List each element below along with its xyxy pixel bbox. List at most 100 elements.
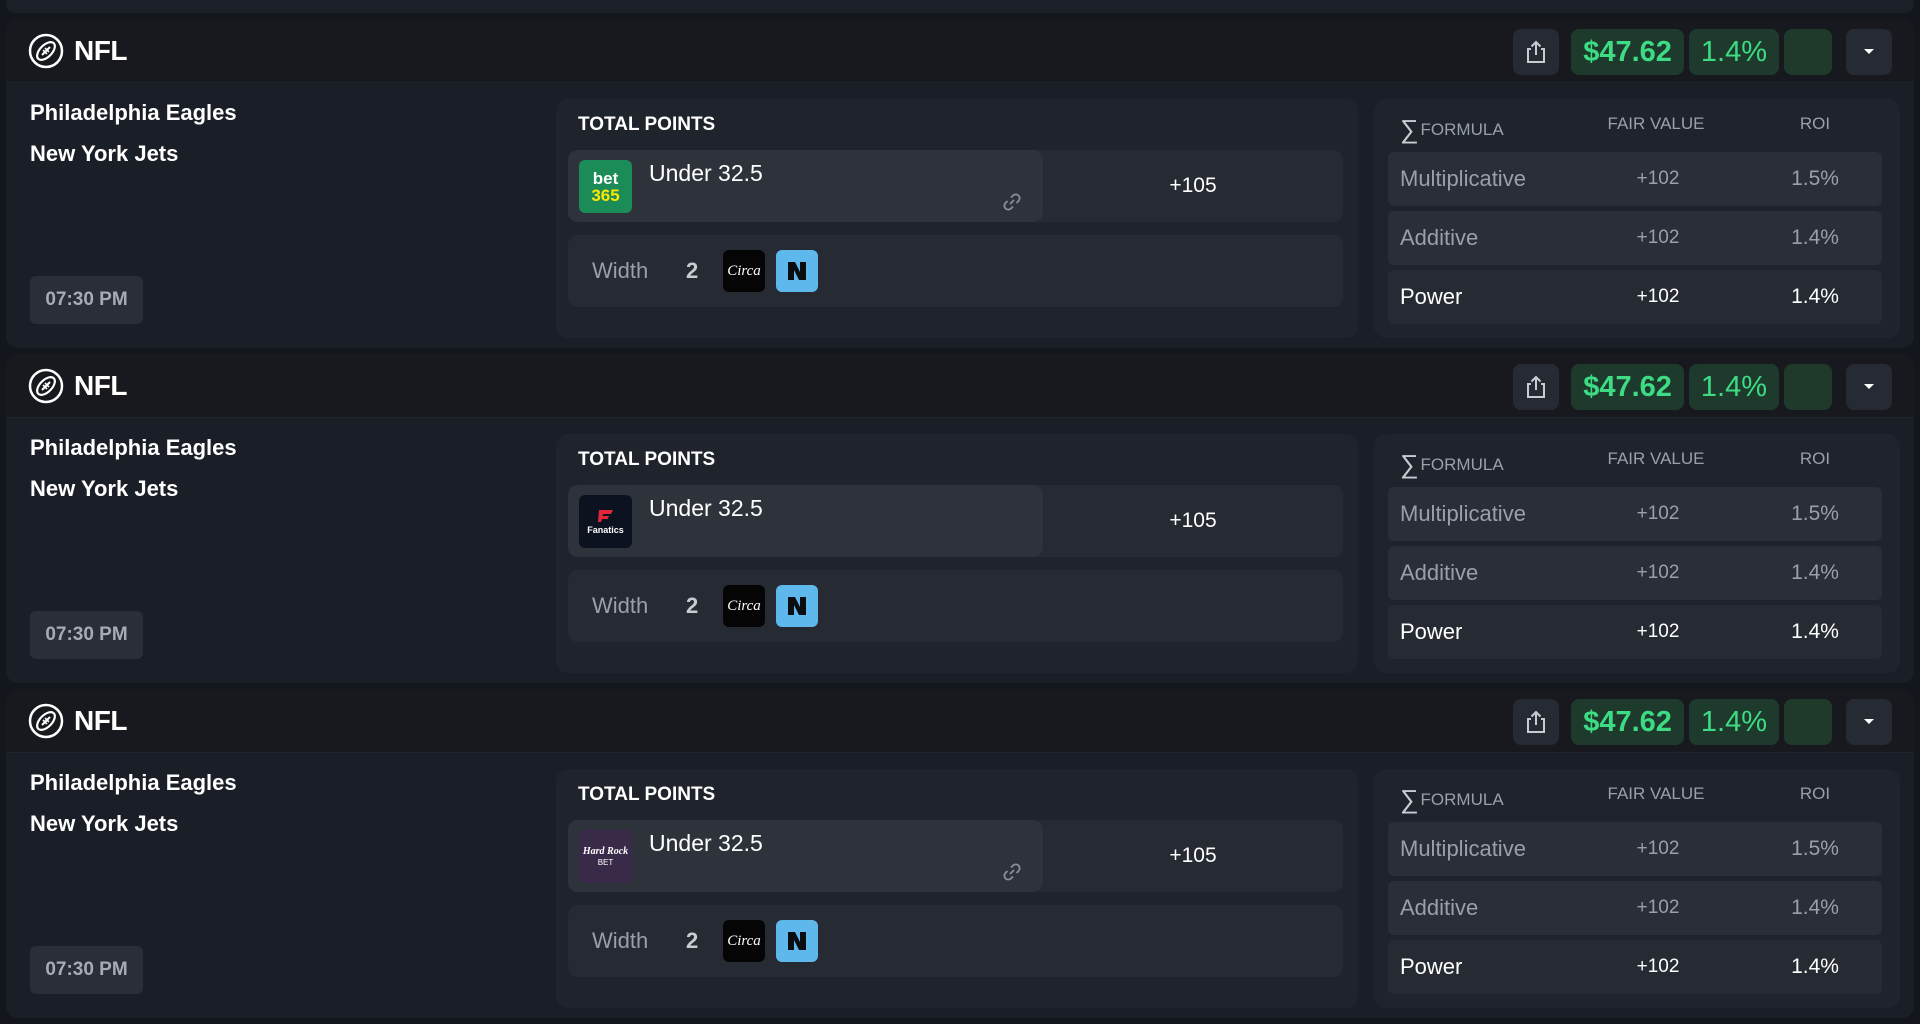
width-row: Width 2 Circa [568, 235, 1343, 307]
width-label: Width [592, 593, 649, 618]
bet-odds: +105 [1169, 509, 1217, 532]
matchup: Philadelphia Eagles New York Jets [30, 99, 237, 181]
card-header: NFL $47.62 1.4% [6, 689, 1914, 753]
formula-row-additive[interactable]: Additive +102 1.4% [1388, 211, 1882, 265]
link-icon[interactable] [1000, 860, 1024, 884]
bet-row: Hard Rock BET Under 32.5 +105 [568, 820, 1343, 892]
league-name: NFL [74, 35, 127, 66]
circa-sports-logo: Circa [723, 920, 765, 962]
caret-down-icon [1864, 719, 1874, 724]
caret-down-icon [1864, 384, 1874, 389]
roi-header: ROI [1799, 449, 1831, 468]
card-header: NFL $47.62 1.4% [6, 19, 1914, 83]
width-row: Width 2 Circa [568, 905, 1343, 977]
formula-row-multiplicative[interactable]: Multiplicative +102 1.5% [1388, 152, 1882, 206]
bet-selection[interactable]: Hard Rock BET Under 32.5 [568, 820, 1043, 892]
status-indicator [1784, 29, 1832, 75]
profit-amount: $47.62 [1571, 29, 1684, 75]
formula-row-additive[interactable]: Additive +102 1.4% [1388, 881, 1882, 935]
share-button[interactable] [1513, 699, 1560, 745]
width-label: Width [592, 258, 649, 283]
share-button[interactable] [1513, 364, 1560, 410]
league-label: NFL [28, 368, 127, 404]
fanatics-logo: Fanatics [579, 495, 632, 548]
bet-line: Under 32.5 [649, 495, 763, 521]
market-panel: TOTAL POINTS Hard Rock BET Under 32.5 +1… [556, 769, 1358, 1008]
roi-percent: 1.4% [1688, 29, 1779, 75]
formula-header: ∑ FORMULA [1400, 784, 1504, 814]
bet-selection[interactable]: Fanatics Under 32.5 [568, 485, 1043, 557]
caret-down-icon [1864, 49, 1874, 54]
matchup: Philadelphia Eagles New York Jets [30, 434, 237, 516]
header-actions: $47.62 1.4% [1513, 29, 1892, 75]
status-indicator [1784, 364, 1832, 410]
bet-card: NFL $47.62 1.4% Philadelphia Eagles New … [6, 354, 1914, 683]
team-home: Philadelphia Eagles [30, 435, 237, 460]
expand-dropdown-button[interactable] [1846, 699, 1892, 745]
header-actions: $47.62 1.4% [1513, 699, 1892, 745]
formula-header: ∑ FORMULA [1400, 114, 1504, 144]
market-panel: TOTAL POINTS Fanatics Under 32.5 +105 Wi… [556, 434, 1358, 673]
share-icon [1527, 375, 1546, 398]
roi-percent: 1.4% [1688, 364, 1779, 410]
width-label: Width [592, 928, 649, 953]
fair-value-header: FAIR VALUE [1607, 449, 1705, 468]
share-icon [1527, 40, 1546, 63]
previous-card-edge [6, 0, 1914, 13]
formula-row-multiplicative[interactable]: Multiplicative +102 1.5% [1388, 822, 1882, 876]
bet-row: Fanatics Under 32.5 +105 [568, 485, 1343, 557]
football-icon [28, 33, 64, 69]
share-icon [1527, 710, 1546, 733]
novig-logo [776, 250, 818, 292]
formula-row-multiplicative[interactable]: Multiplicative +102 1.5% [1388, 487, 1882, 541]
team-home: Philadelphia Eagles [30, 100, 237, 125]
bet-row: bet 365 Under 32.5 +105 [568, 150, 1343, 222]
bet-odds: +105 [1169, 174, 1217, 197]
formula-row-power[interactable]: Power +102 1.4% [1388, 270, 1882, 324]
fair-value-header: FAIR VALUE [1607, 784, 1705, 803]
bet-card-list: NFL $47.62 1.4% Philadelphia Eagles New … [6, 19, 1914, 1024]
market-title: TOTAL POINTS [578, 784, 716, 805]
market-title: TOTAL POINTS [578, 449, 716, 470]
market-panel: TOTAL POINTS bet 365 Under 32.5 +105 Wid… [556, 99, 1358, 338]
expand-dropdown-button[interactable] [1846, 29, 1892, 75]
novig-logo [776, 585, 818, 627]
football-icon [28, 368, 64, 404]
bet-card: NFL $47.62 1.4% Philadelphia Eagles New … [6, 689, 1914, 1018]
matchup: Philadelphia Eagles New York Jets [30, 769, 237, 851]
league-name: NFL [74, 370, 127, 401]
roi-header: ROI [1799, 114, 1831, 133]
expand-dropdown-button[interactable] [1846, 364, 1892, 410]
formula-panel: ∑ FORMULA FAIR VALUE ROI Multiplicative +… [1374, 769, 1900, 1008]
profit-amount: $47.62 [1571, 699, 1684, 745]
league-name: NFL [74, 705, 127, 736]
league-label: NFL [28, 33, 127, 69]
card-header: NFL $47.62 1.4% [6, 354, 1914, 418]
bet-card: NFL $47.62 1.4% Philadelphia Eagles New … [6, 19, 1914, 348]
football-icon [28, 703, 64, 739]
sigma-icon: ∑ [1400, 784, 1419, 814]
width-row: Width 2 Circa [568, 570, 1343, 642]
formula-row-power[interactable]: Power +102 1.4% [1388, 940, 1882, 994]
game-time: 07:30 PM [30, 611, 143, 659]
circa-sports-logo: Circa [723, 250, 765, 292]
formula-panel: ∑ FORMULA FAIR VALUE ROI Multiplicative +… [1374, 99, 1900, 338]
formula-row-power[interactable]: Power +102 1.4% [1388, 605, 1882, 659]
game-time: 07:30 PM [30, 276, 143, 324]
hardrock-logo: Hard Rock BET [579, 830, 632, 883]
circa-sports-logo: Circa [723, 585, 765, 627]
sigma-icon: ∑ [1400, 114, 1419, 144]
bet-line: Under 32.5 [649, 160, 763, 186]
game-time: 07:30 PM [30, 946, 143, 994]
sigma-icon: ∑ [1400, 449, 1419, 479]
formula-row-additive[interactable]: Additive +102 1.4% [1388, 546, 1882, 600]
novig-logo [776, 920, 818, 962]
team-away: New York Jets [30, 141, 179, 166]
fair-value-header: FAIR VALUE [1607, 114, 1705, 133]
width-value: 2 [686, 258, 699, 283]
link-icon[interactable] [1000, 190, 1024, 214]
team-away: New York Jets [30, 476, 179, 501]
bet-line: Under 32.5 [649, 830, 763, 856]
share-button[interactable] [1513, 29, 1560, 75]
bet-selection[interactable]: bet 365 Under 32.5 [568, 150, 1043, 222]
